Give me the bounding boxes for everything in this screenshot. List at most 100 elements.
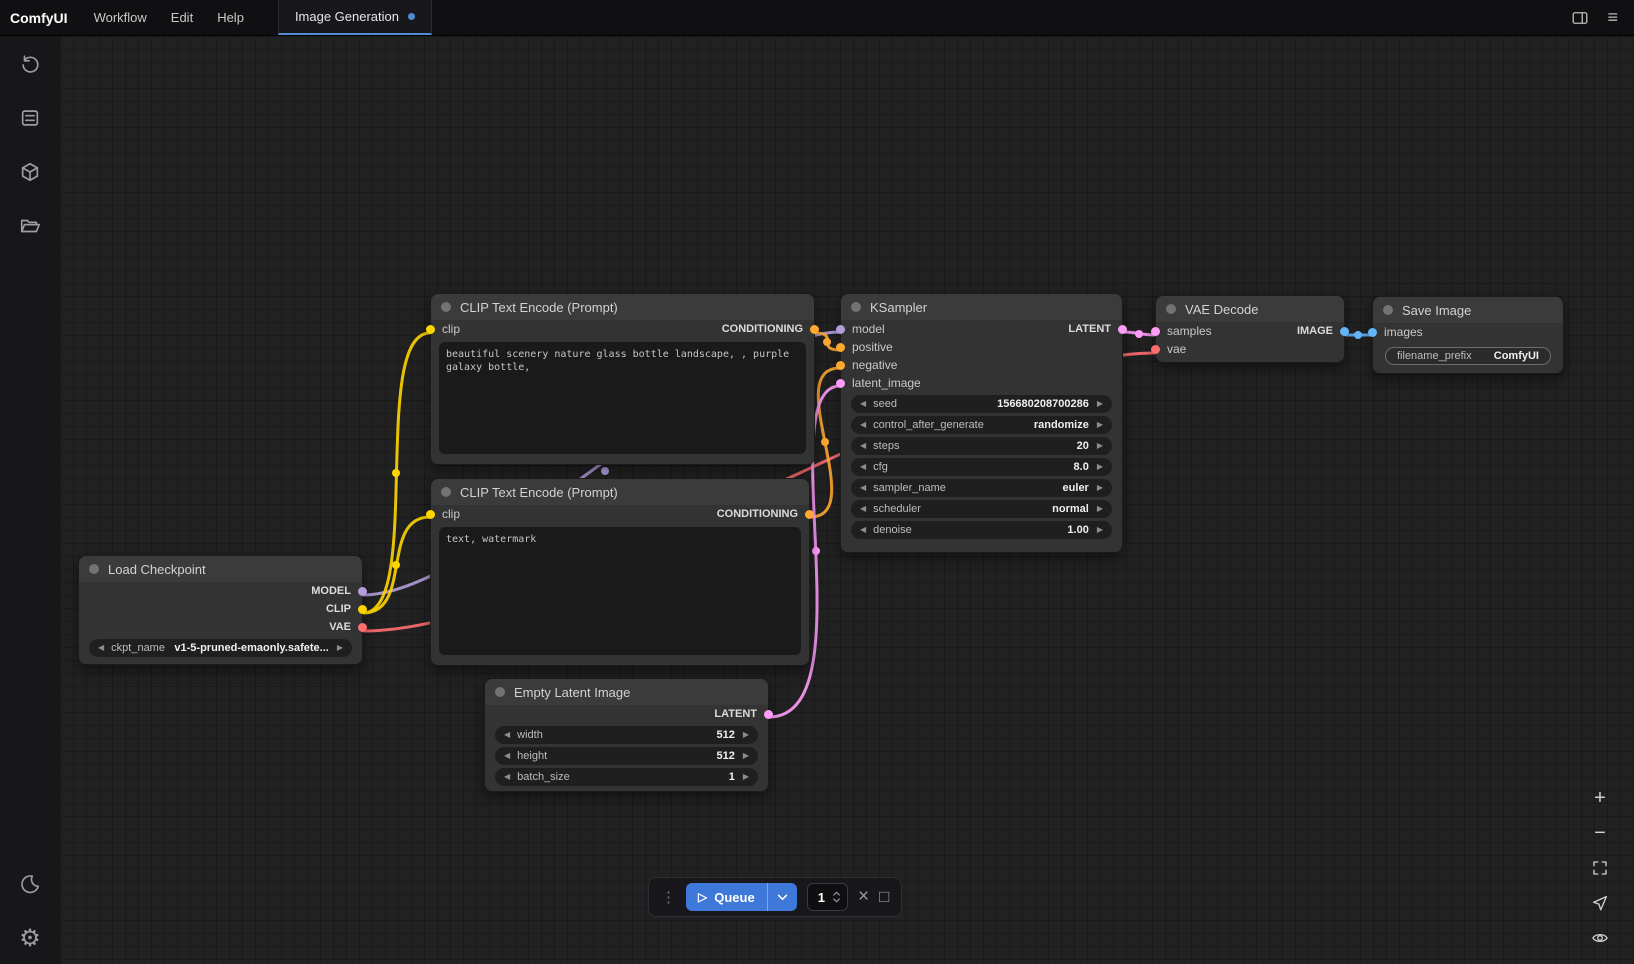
menu-help[interactable]: Help [205,0,256,35]
widget-steps[interactable]: ◀ steps 20 ▶ [851,437,1112,455]
widget-sampler-name[interactable]: ◀ sampler_name euler ▶ [851,479,1112,497]
queue-button-main[interactable]: ▷ Queue [686,890,767,905]
step-up-icon[interactable] [832,891,841,896]
sidebar-item-queue[interactable] [18,106,42,130]
sidebar-item-node-library[interactable] [18,160,42,184]
cancel-run-icon[interactable]: × [858,886,869,908]
decrement-arrow-icon[interactable]: ◀ [860,463,866,471]
node-clip-text-encode-negative[interactable]: CLIP Text Encode (Prompt) clip CONDITION… [430,478,810,666]
increment-arrow-icon[interactable]: ▶ [743,752,749,760]
output-dot-latent[interactable] [1118,325,1127,334]
widget-denoise[interactable]: ◀ denoise 1.00 ▶ [851,521,1112,539]
increment-arrow-icon[interactable]: ▶ [1097,421,1103,429]
widget-scheduler[interactable]: ◀ scheduler normal ▶ [851,500,1112,518]
node-header[interactable]: VAE Decode [1156,296,1344,322]
node-header[interactable]: KSampler [841,294,1122,320]
queue-button[interactable]: ▷ Queue [686,883,797,911]
increment-arrow-icon[interactable]: ▶ [1097,442,1103,450]
link-midpoint-dot[interactable] [392,469,400,477]
output-dot-clip[interactable] [358,605,367,614]
node-vae-decode[interactable]: VAE Decode samples IMAGE vae [1155,295,1345,363]
decrement-arrow-icon[interactable]: ◀ [504,773,510,781]
increment-arrow-icon[interactable]: ▶ [1097,463,1103,471]
sidebar-item-history[interactable] [18,52,42,76]
decrement-arrow-icon[interactable]: ◀ [860,400,866,408]
output-dot-conditioning[interactable] [805,510,814,519]
link-midpoint-dot[interactable] [392,561,400,569]
stop-icon[interactable]: □ [879,887,889,907]
node-empty-latent-image[interactable]: Empty Latent Image LATENT ◀ width 512 ▶ … [484,678,769,792]
node-header[interactable]: Save Image [1373,297,1563,323]
drag-handle-icon[interactable]: ⋮ [661,888,676,906]
menu-edit[interactable]: Edit [159,0,205,35]
collapse-dot[interactable] [1166,304,1176,314]
positive-prompt-textarea[interactable]: beautiful scenery nature glass bottle la… [439,342,806,454]
queue-options-caret[interactable] [767,883,797,911]
decrement-arrow-icon[interactable]: ◀ [860,442,866,450]
tab-image-generation[interactable]: Image Generation [278,0,432,35]
input-dot-clip[interactable] [426,325,435,334]
output-dot-model[interactable] [358,587,367,596]
increment-arrow-icon[interactable]: ▶ [1097,484,1103,492]
collapse-dot[interactable] [89,564,99,574]
input-dot-positive[interactable] [836,343,845,352]
decrement-arrow-icon[interactable]: ◀ [504,731,510,739]
increment-arrow-icon[interactable]: ▶ [743,731,749,739]
input-dot-model[interactable] [836,325,845,334]
node-clip-text-encode-positive[interactable]: CLIP Text Encode (Prompt) clip CONDITION… [430,293,815,465]
zoom-in-button[interactable]: + [1590,788,1610,808]
select-mode-button[interactable] [1590,893,1610,913]
decrement-arrow-icon[interactable]: ◀ [860,526,866,534]
widget-batch-size[interactable]: ◀ batch_size 1 ▶ [495,768,758,786]
widget-control-after-generate[interactable]: ◀ control_after_generate randomize ▶ [851,416,1112,434]
widget-height[interactable]: ◀ height 512 ▶ [495,747,758,765]
increment-arrow-icon[interactable]: ▶ [1097,400,1103,408]
node-header[interactable]: Load Checkpoint [79,556,362,582]
settings-gear-icon[interactable]: ⚙ [18,926,42,950]
increment-arrow-icon[interactable]: ▶ [1097,505,1103,513]
widget-ckpt-name[interactable]: ◀ ckpt_name v1-5-pruned-emaonly.safete..… [89,639,352,657]
zoom-out-button[interactable]: − [1590,823,1610,843]
widget-filename-prefix[interactable]: filename_prefix ComfyUI [1385,347,1551,365]
link-midpoint-dot[interactable] [601,467,609,475]
input-dot-latent-image[interactable] [836,379,845,388]
increment-arrow-icon[interactable]: ▶ [337,644,343,652]
output-dot-vae[interactable] [358,623,367,632]
hamburger-menu-icon[interactable]: ≡ [1607,7,1618,28]
fit-view-button[interactable] [1590,858,1610,878]
input-dot-samples[interactable] [1151,327,1160,336]
sidebar-item-workflows-folder[interactable] [18,214,42,238]
collapse-dot[interactable] [441,302,451,312]
output-dot-latent[interactable] [764,710,773,719]
negative-prompt-textarea[interactable]: text, watermark [439,527,801,655]
widget-cfg[interactable]: ◀ cfg 8.0 ▶ [851,458,1112,476]
input-dot-images[interactable] [1368,328,1377,337]
node-load-checkpoint[interactable]: Load Checkpoint MODEL CLIP VAE [78,555,363,665]
batch-count-stepper[interactable]: 1 [807,883,848,911]
node-save-image[interactable]: Save Image images filename_prefix ComfyU… [1372,296,1564,374]
output-dot-conditioning[interactable] [810,325,819,334]
step-down-icon[interactable] [832,898,841,903]
toggle-link-visibility-button[interactable] [1590,928,1610,948]
collapse-dot[interactable] [495,687,505,697]
theme-toggle-moon-icon[interactable] [18,872,42,896]
node-graph-canvas[interactable]: CLIP Text Encode (Prompt) clip CONDITION… [60,36,1634,964]
output-dot-image[interactable] [1340,327,1349,336]
decrement-arrow-icon[interactable]: ◀ [860,505,866,513]
panel-toggle-icon[interactable] [1571,9,1589,27]
input-dot-negative[interactable] [836,361,845,370]
link-midpoint-dot[interactable] [823,338,831,346]
input-dot-vae[interactable] [1151,345,1160,354]
collapse-dot[interactable] [1383,305,1393,315]
decrement-arrow-icon[interactable]: ◀ [98,644,104,652]
app-logo[interactable]: ComfyUI [0,0,82,35]
widget-width[interactable]: ◀ width 512 ▶ [495,726,758,744]
collapse-dot[interactable] [851,302,861,312]
node-ksampler[interactable]: KSampler model LATENT positive [840,293,1123,553]
node-header[interactable]: Empty Latent Image [485,679,768,705]
node-header[interactable]: CLIP Text Encode (Prompt) [431,479,809,505]
increment-arrow-icon[interactable]: ▶ [743,773,749,781]
input-dot-clip[interactable] [426,510,435,519]
menu-workflow[interactable]: Workflow [82,0,159,35]
increment-arrow-icon[interactable]: ▶ [1097,526,1103,534]
